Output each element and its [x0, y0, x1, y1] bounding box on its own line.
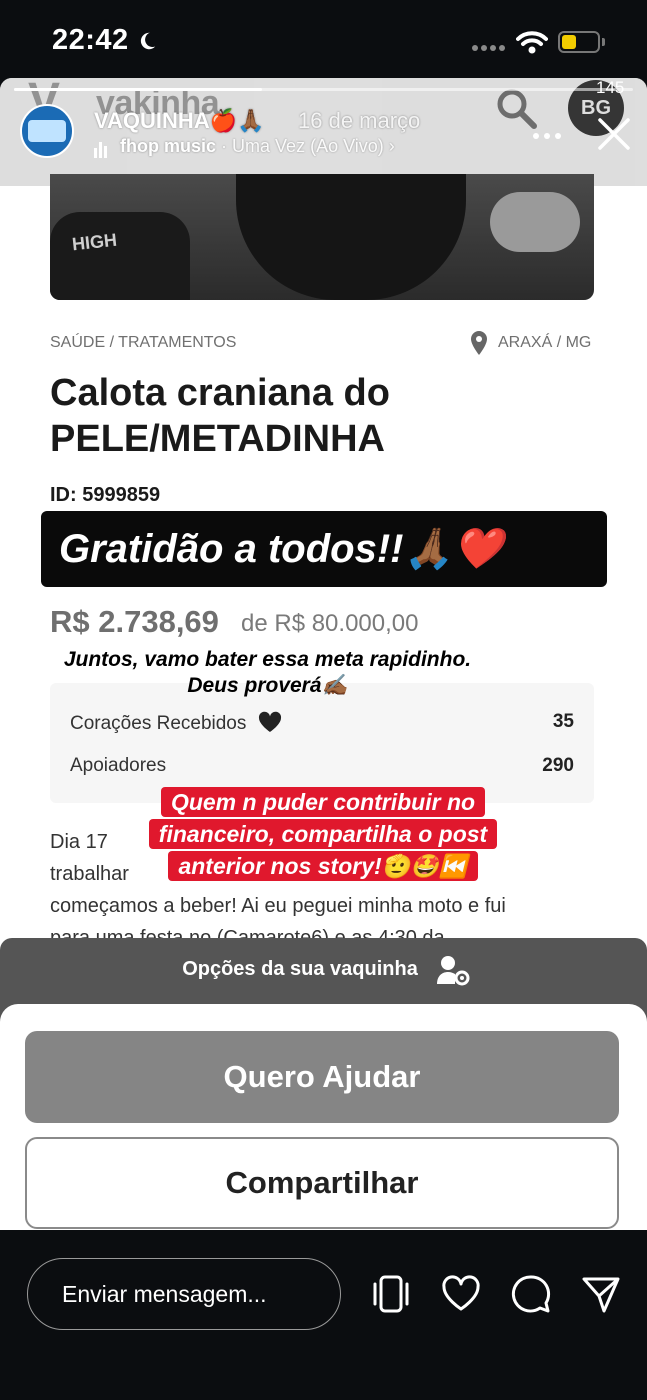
story-username[interactable]: VAQUINHA🍎🙏🏾 — [94, 108, 265, 134]
story-avatar[interactable] — [20, 104, 74, 158]
campaign-location: ARAXÁ / MG — [498, 334, 592, 351]
pin-icon — [471, 331, 487, 355]
stat-backers-value: 290 — [542, 755, 574, 776]
help-button[interactable]: Quero Ajudar — [25, 1031, 619, 1123]
signal-dots-icon — [472, 38, 508, 56]
stat-hearts-value: 35 — [552, 711, 574, 732]
music-track: · Uma Vez (Ao Vivo) › — [221, 136, 395, 156]
close-icon[interactable] — [594, 114, 634, 154]
user-gear-icon — [437, 956, 470, 986]
story-date: 16 de março — [298, 108, 421, 133]
contribute-sticker: Quem n puder contribuir no financeiro, c… — [108, 786, 538, 882]
contribute-line2: financeiro, compartilha o post — [148, 819, 498, 849]
contribute-line3: anterior nos story!🫡🤩⏮️ — [168, 851, 478, 881]
more-icon[interactable] — [532, 132, 562, 140]
campaign-title: Calota craniana do PELE/METADINHA — [50, 372, 390, 460]
story-reply-bar: Enviar mensagem... — [0, 1230, 647, 1400]
like-icon[interactable] — [441, 1274, 481, 1314]
stat-backers-label: Apoiadores — [70, 755, 167, 776]
wifi-icon — [516, 31, 548, 54]
story-card[interactable]: V vakinha BG VAQUINHA🍎🙏🏾 16 de março fho… — [0, 78, 647, 1230]
meta-caption-line2: Deus proverá✍🏾 — [187, 674, 348, 697]
send-icon[interactable] — [581, 1274, 621, 1314]
stat-hearts-label: Corações Recebidos — [70, 713, 247, 734]
goal-amount: de R$ 80.000,00 — [241, 610, 419, 637]
comment-icon[interactable] — [511, 1274, 551, 1314]
status-bar: 22:42 — [0, 0, 647, 80]
story-progress-fill — [14, 88, 262, 91]
message-input[interactable]: Enviar mensagem... — [27, 1258, 341, 1330]
description-line: começamos a beber! Ai eu peguei minha mo… — [50, 895, 506, 917]
campaign-id: ID: 5999859 — [50, 484, 161, 506]
meta-caption-line1: Juntos, vamo bater essa meta rapidinho. — [63, 648, 472, 671]
campaign-photo: HIGH — [50, 174, 594, 300]
campaign-category: SAÚDE / TRATAMENTOS — [50, 334, 237, 351]
repost-icon[interactable] — [371, 1274, 411, 1314]
search-icon — [497, 89, 537, 129]
battery-icon — [558, 31, 600, 53]
heart-icon — [258, 711, 281, 732]
story-count: 145 — [596, 78, 625, 97]
music-artist: fhop music — [120, 136, 217, 156]
stat-backers: Apoiadores 290 — [70, 755, 574, 777]
battery-nub — [602, 38, 605, 46]
story-progress-bar — [14, 88, 633, 91]
action-sheet: Quero Ajudar Compartilhar — [0, 1004, 647, 1230]
gratidao-sticker: Gratidão a todos!!🙏🏾❤️ — [41, 511, 607, 587]
amount-raised: R$ 2.738,69 — [50, 604, 219, 639]
stats-panel: Corações Recebidos 35 Apoiadores 290 — [50, 683, 594, 803]
contribute-line1: Quem n puder contribuir no — [160, 787, 486, 817]
stat-hearts: Corações Recebidos 35 — [70, 711, 574, 735]
share-button[interactable]: Compartilhar — [25, 1137, 619, 1229]
story-music[interactable]: fhop music · Uma Vez (Ao Vivo) › — [94, 136, 395, 158]
options-label: Opções da sua vaquinha — [182, 958, 418, 980]
status-time: 22:42 — [52, 24, 129, 56]
moon-icon — [140, 32, 156, 50]
music-bars-icon — [94, 137, 109, 158]
